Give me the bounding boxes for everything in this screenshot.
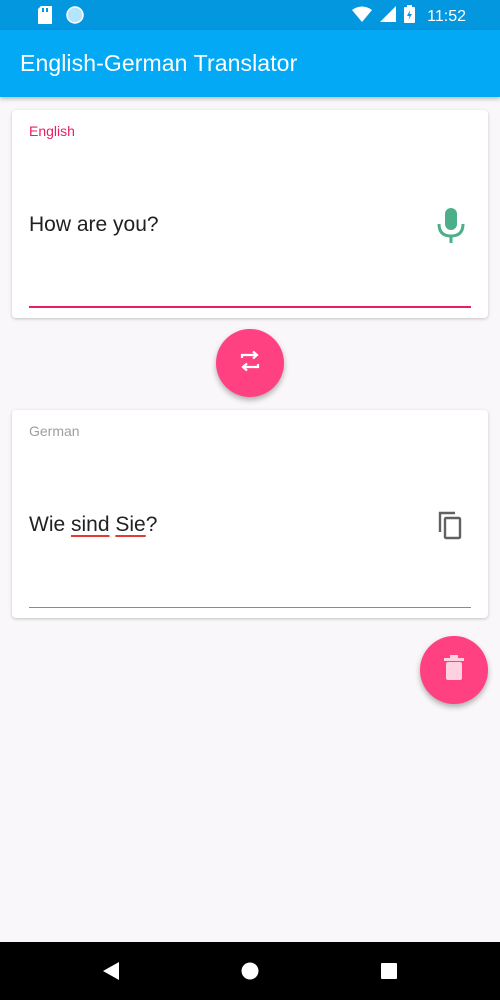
microphone-icon[interactable] (436, 208, 466, 249)
status-time: 11:52 (427, 7, 466, 25)
delete-icon (443, 654, 465, 686)
app-bar: English-German Translator (0, 30, 500, 97)
recents-icon[interactable] (381, 963, 397, 984)
translated-text-part: Wie (29, 513, 71, 536)
source-language-label: English (29, 123, 75, 139)
swap-icon (238, 349, 262, 378)
swap-languages-button[interactable] (216, 329, 284, 397)
status-bar: 11:52 (0, 0, 500, 30)
sd-card-icon (38, 6, 52, 29)
translated-text-part: sind (71, 513, 110, 536)
target-language-label: German (29, 423, 80, 439)
clear-button[interactable] (420, 636, 488, 704)
battery-icon (404, 5, 416, 28)
wifi-icon (352, 6, 373, 27)
home-icon[interactable] (241, 962, 259, 985)
signal-icon (380, 6, 397, 27)
source-card: English How are you? (12, 110, 488, 318)
translated-text-part: ? (145, 513, 158, 536)
target-card: German Wie sind Sie? (12, 410, 488, 618)
copy-icon[interactable] (437, 510, 463, 545)
translated-text: Wie sind Sie? (29, 513, 157, 537)
source-text-input[interactable]: How are you? (29, 213, 159, 237)
source-input-underline (29, 306, 471, 308)
navigation-bar (0, 942, 500, 1000)
sync-icon (66, 6, 84, 29)
translated-text-part: Sie (115, 513, 146, 536)
app-title: English-German Translator (20, 50, 298, 76)
target-text-underline (29, 606, 471, 608)
back-icon[interactable] (103, 962, 119, 985)
